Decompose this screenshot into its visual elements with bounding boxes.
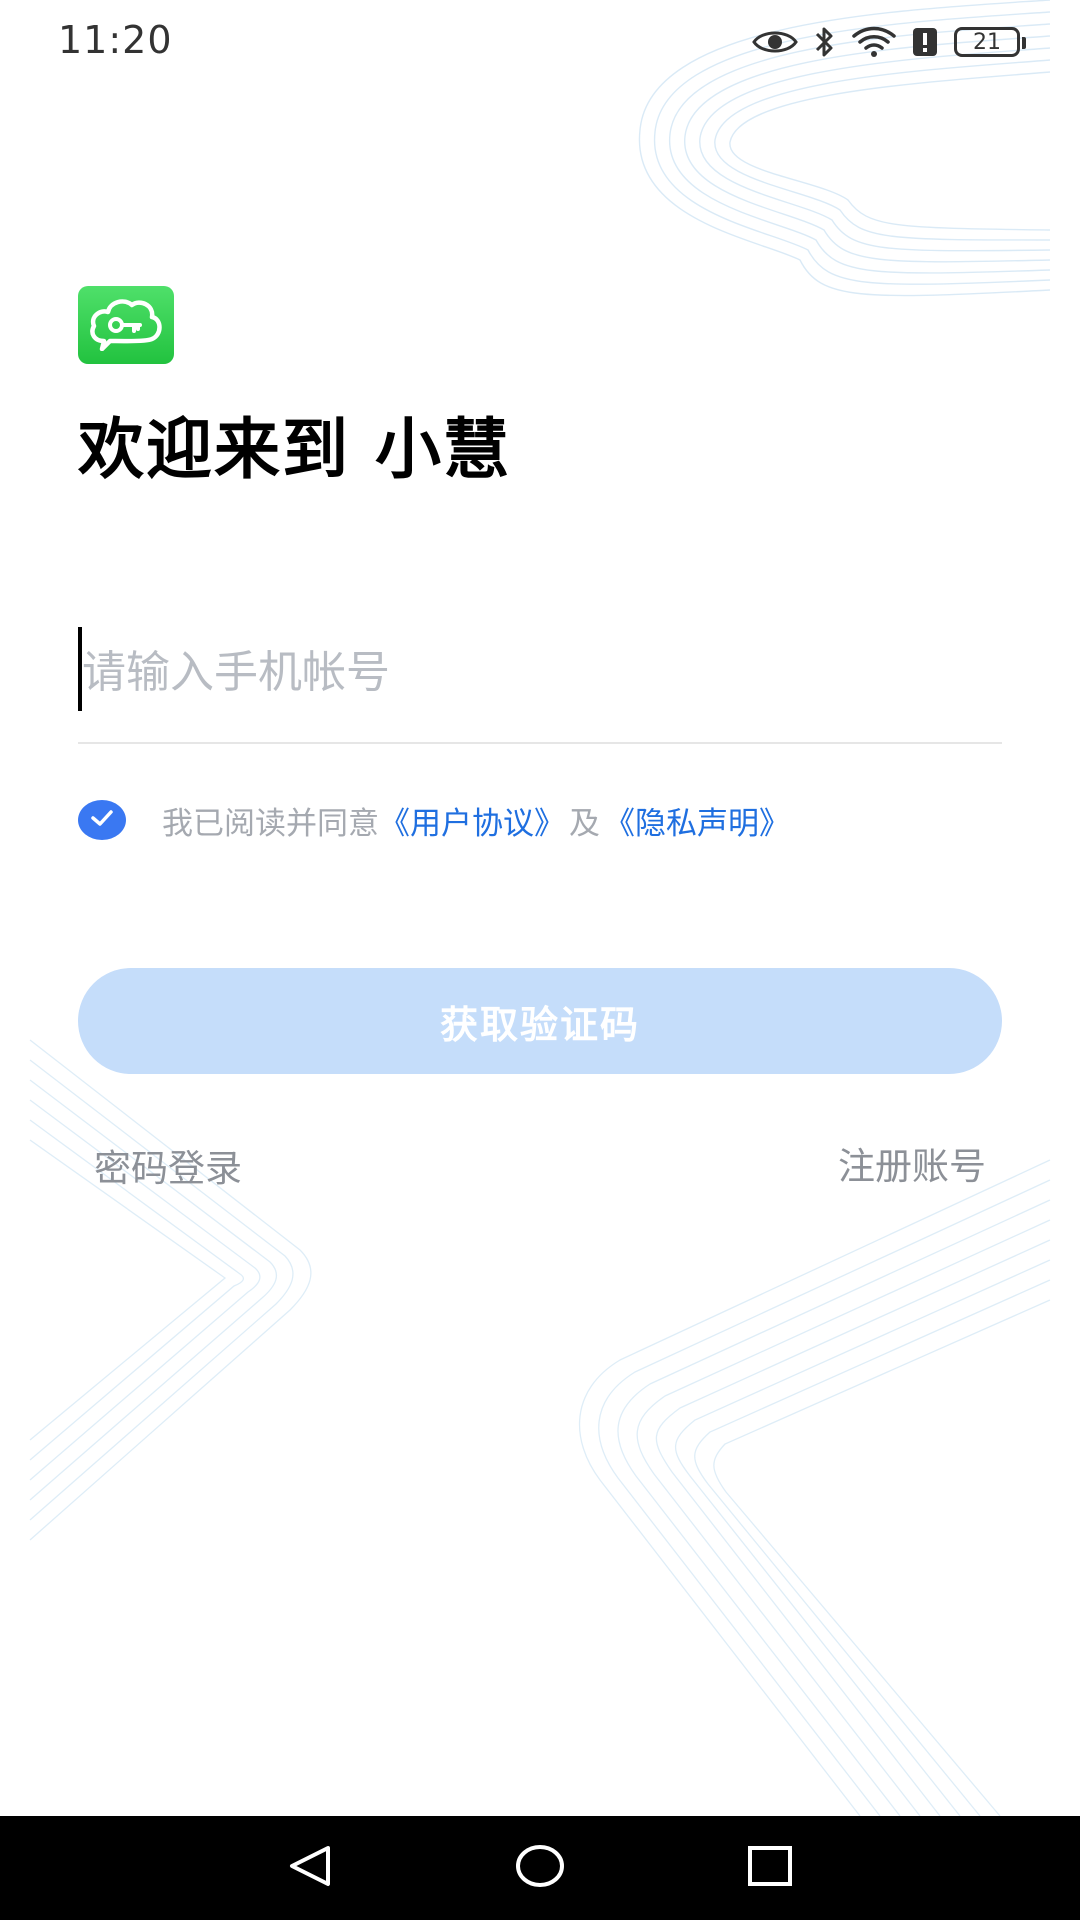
status-time: 11:20 <box>58 18 173 62</box>
phone-field[interactable] <box>78 622 1002 744</box>
home-button[interactable] <box>512 1842 568 1894</box>
login-screen: 11:20 21 欢迎来到 小慧 请输入手机帐号 我已阅读并同意 《用户协议》 … <box>0 0 1080 1920</box>
privacy-statement-link[interactable]: 《隐私声明》 <box>604 798 790 843</box>
back-button[interactable] <box>282 1842 338 1894</box>
agreement-checkbox[interactable] <box>78 800 126 840</box>
agreement-conjunction: 及 <box>569 805 600 842</box>
app-logo <box>78 286 174 364</box>
welcome-title: 欢迎来到 小慧 <box>78 411 511 488</box>
back-icon <box>286 1844 334 1892</box>
register-account-link[interactable]: 注册账号 <box>838 1136 986 1190</box>
alert-icon <box>912 27 938 57</box>
password-login-link[interactable]: 密码登录 <box>94 1138 242 1192</box>
battery-level: 21 <box>973 29 1001 55</box>
phone-input[interactable] <box>82 632 982 712</box>
agreement-prefix: 我已阅读并同意 <box>162 805 379 842</box>
system-nav-bar <box>0 1816 1080 1920</box>
status-bar: 11:20 21 <box>0 0 1080 86</box>
get-verification-code-button[interactable]: 获取验证码 <box>78 968 1002 1074</box>
check-icon <box>90 809 114 831</box>
user-agreement-link[interactable]: 《用户协议》 <box>379 798 565 843</box>
eye-icon <box>752 27 798 57</box>
wifi-icon <box>852 26 896 58</box>
recents-button[interactable] <box>742 1842 798 1894</box>
battery-icon: 21 <box>954 27 1026 57</box>
agreement-row: 我已阅读并同意 《用户协议》 及 《隐私声明》 <box>78 796 790 844</box>
status-icons: 21 <box>752 22 1026 62</box>
recents-icon <box>746 1844 794 1892</box>
home-icon <box>514 1844 566 1892</box>
cloud-key-icon <box>88 295 164 355</box>
bluetooth-icon <box>814 25 836 59</box>
